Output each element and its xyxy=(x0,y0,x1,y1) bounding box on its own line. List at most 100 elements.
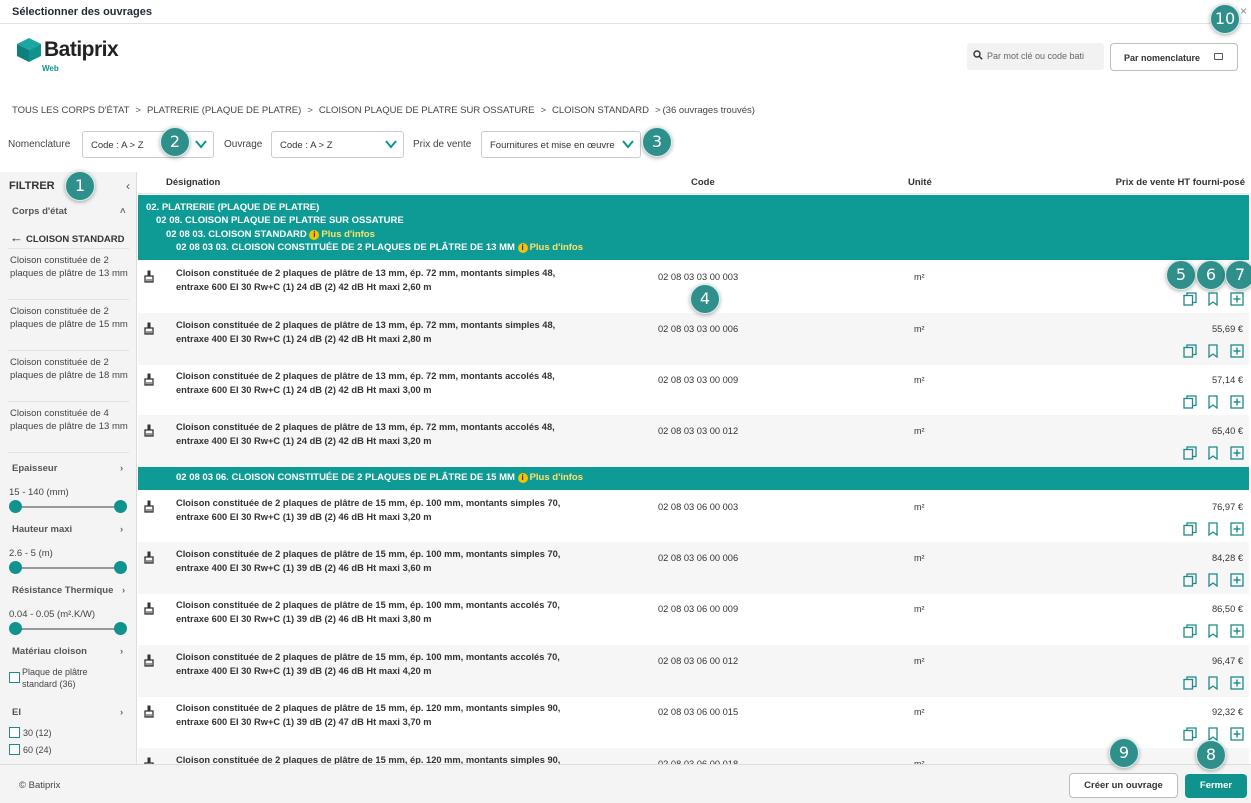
sidebar-item-13mm[interactable]: Cloison constituée de 2 plaques de plâtr… xyxy=(10,254,130,280)
group-platrerie: 02. PLATRERIE (PLAQUE DE PLATRE) xyxy=(146,202,320,213)
filter-title: FILTRER xyxy=(9,180,55,192)
nomenclature-sort-select[interactable]: Code : A > Z xyxy=(82,131,214,158)
paint-brush-icon xyxy=(144,551,154,568)
table-row[interactable]: Cloison constituée de 2 plaques de plâtr… xyxy=(138,748,1249,764)
row-price: 84,28 € xyxy=(1211,553,1243,563)
materiau-checkbox[interactable] xyxy=(9,672,20,683)
row-designation: Cloison constituée de 2 plaques de plâtr… xyxy=(176,268,556,292)
table-row[interactable]: Cloison constituée de 2 plaques de plâtr… xyxy=(138,491,1249,543)
hauteur-slider[interactable] xyxy=(9,561,127,574)
breadcrumb-item-platrerie[interactable]: PLATRERIE (PLAQUE DE PLATRE) xyxy=(147,105,301,116)
ei-30-checkbox[interactable] xyxy=(9,727,20,738)
row-code: 02 08 03 03 00 006 xyxy=(658,324,739,334)
slider-max-handle[interactable] xyxy=(114,622,127,635)
callout-2: 2 xyxy=(160,127,190,157)
search-input[interactable]: Par mot clé ou code bati xyxy=(967,43,1104,70)
window-close-icon[interactable]: × xyxy=(1240,4,1247,18)
filter-corps-etat[interactable]: Corps d'état ˄ xyxy=(12,206,126,217)
callout-6: 6 xyxy=(1196,260,1226,290)
table-row[interactable]: Cloison constituée de 2 plaques de plâtr… xyxy=(138,542,1249,594)
row-unit: m² xyxy=(914,553,925,563)
chevron-right-icon: › xyxy=(120,463,124,474)
row-code: 02 08 03 06 00 012 xyxy=(658,656,739,666)
paint-brush-icon xyxy=(144,424,154,441)
search-placeholder: Par mot clé ou code bati xyxy=(987,51,1085,61)
filter-ei[interactable]: EI › xyxy=(12,707,123,718)
collapse-sidebar-icon[interactable]: ‹ xyxy=(126,179,130,193)
callout-8: 8 xyxy=(1196,740,1226,770)
row-unit: m² xyxy=(914,707,925,717)
slider-min-handle[interactable] xyxy=(9,500,22,513)
paint-brush-icon xyxy=(144,757,154,764)
group-header-15mm: 02 08 03 06. CLOISON CONSTITUÉE DE 2 PLA… xyxy=(138,465,1249,490)
brand-name: Batiprix xyxy=(44,38,119,61)
row-price: 76,97 € xyxy=(1211,502,1243,512)
table-row[interactable]: Cloison constituée de 2 plaques de plâtr… xyxy=(138,645,1249,697)
breadcrumb-count: (36 ouvrages trouvés) xyxy=(662,105,755,116)
row-designation: Cloison constituée de 2 plaques de plâtr… xyxy=(176,549,561,573)
epaisseur-slider[interactable] xyxy=(9,500,127,513)
row-designation: Cloison constituée de 2 plaques de plâtr… xyxy=(176,320,556,344)
breadcrumb-item-all[interactable]: TOUS LES CORPS D'ÉTAT xyxy=(12,105,129,116)
col-code: Code xyxy=(691,177,715,188)
breadcrumb-item-cloison-standard[interactable]: CLOISON STANDARD xyxy=(552,105,649,116)
row-designation: Cloison constituée de 2 plaques de plâtr… xyxy=(176,652,560,676)
slider-min-handle[interactable] xyxy=(9,622,22,635)
row-unit: m² xyxy=(914,324,925,334)
callout-5: 5 xyxy=(1166,260,1196,290)
breadcrumb-item-cloison-ossature[interactable]: CLOISON PLAQUE DE PLATRE SUR OSSATURE xyxy=(319,105,535,116)
table-header: Désignation Code Unité Prix de vente HT … xyxy=(138,172,1249,194)
row-unit: m² xyxy=(914,604,925,614)
table-row[interactable]: Cloison constituée de 2 plaques de plâtr… xyxy=(138,313,1249,365)
chevron-down-icon xyxy=(195,140,207,149)
paint-brush-icon xyxy=(144,602,154,619)
filter-sidebar: FILTRER ‹ Corps d'état ˄ ← CLOISON STANDAR… xyxy=(0,172,137,764)
slider-max-handle[interactable] xyxy=(114,500,127,513)
prix-vente-select[interactable]: Fournitures et mise en œuvre xyxy=(481,131,641,158)
row-actions xyxy=(1173,292,1245,308)
sidebar-item-18mm[interactable]: Cloison constituée de 2 plaques de plâtr… xyxy=(10,356,130,382)
row-actions xyxy=(1173,522,1245,538)
filter-materiau[interactable]: Matériau cloison › xyxy=(12,646,123,657)
chevron-down-icon xyxy=(622,140,634,149)
plus-infos-link[interactable]: i Plus d'infos xyxy=(517,242,583,253)
filter-hauteur[interactable]: Hauteur maxi › xyxy=(12,524,123,535)
chevron-right-icon: › xyxy=(122,585,126,596)
sidebar-item-15mm[interactable]: Cloison constituée de 2 plaques de plâtr… xyxy=(10,305,130,331)
table-row[interactable]: Cloison constituée de 2 plaques de plâtr… xyxy=(138,415,1249,467)
ei-60-checkbox[interactable] xyxy=(9,744,20,755)
sidebar-item-4x13mm[interactable]: Cloison constituée de 4 plaques de plâtr… xyxy=(10,407,130,433)
row-designation: Cloison constituée de 2 plaques de plâtr… xyxy=(176,755,561,764)
plus-infos-link[interactable]: i Plus d'infos xyxy=(309,229,375,240)
slider-min-handle[interactable] xyxy=(9,561,22,574)
filter-epaisseur[interactable]: Epaisseur › xyxy=(12,463,123,474)
chevron-down-icon xyxy=(385,140,397,149)
row-designation: Cloison constituée de 2 plaques de plâtr… xyxy=(176,422,555,446)
table-row[interactable]: Cloison constituée de 2 plaques de plâtr… xyxy=(138,593,1249,645)
window-title: Sélectionner des ouvrages xyxy=(12,6,152,18)
create-ouvrage-button[interactable]: Créer un ouvrage xyxy=(1069,773,1178,798)
materiau-option-label: Plaque de plâtre standard (36) xyxy=(22,667,88,689)
back-cloison-standard[interactable]: ← CLOISON STANDARD xyxy=(10,230,125,245)
row-price: 86,50 € xyxy=(1211,604,1243,614)
prix-vente-value: Fournitures et mise en œuvre xyxy=(490,140,615,151)
callout-9: 9 xyxy=(1109,738,1139,768)
filter-resistance[interactable]: Résistance Thermique › xyxy=(12,585,125,596)
resistance-slider[interactable] xyxy=(9,622,127,635)
row-unit: m² xyxy=(914,375,925,385)
row-actions xyxy=(1173,395,1245,411)
ouvrage-sort-select[interactable]: Code : A > Z xyxy=(271,131,404,158)
close-button[interactable]: Fermer xyxy=(1185,774,1247,798)
row-code: 02 08 03 03 00 009 xyxy=(658,375,739,385)
table-row[interactable]: Cloison constituée de 2 plaques de plâtr… xyxy=(138,364,1249,416)
row-price: 96,47 € xyxy=(1211,656,1243,666)
row-price: 57,14 € xyxy=(1211,375,1243,385)
slider-max-handle[interactable] xyxy=(114,561,127,574)
nomenclature-button[interactable]: Par nomenclature xyxy=(1110,43,1238,71)
plus-infos-link[interactable]: i Plus d'infos xyxy=(517,472,583,483)
table-row[interactable]: Cloison constituée de 2 plaques de plâtr… xyxy=(138,696,1249,748)
ei-60-label: 60 (24) xyxy=(23,745,52,755)
epaisseur-range: 15 - 140 (mm) xyxy=(9,487,69,498)
breadcrumb: TOUS LES CORPS D'ÉTAT > PLATRERIE (PLAQUE … xyxy=(12,105,755,116)
ei-30-label: 30 (12) xyxy=(23,728,52,738)
